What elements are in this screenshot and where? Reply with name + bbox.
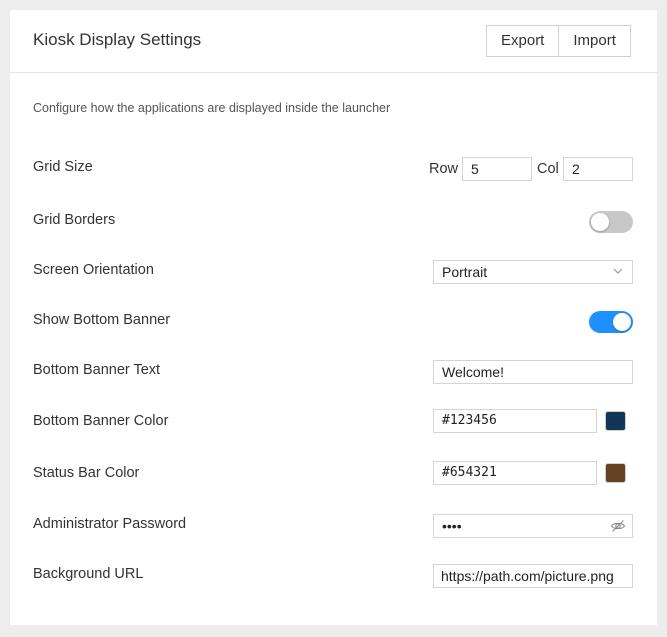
screen-orientation-label: Screen Orientation xyxy=(33,262,154,278)
grid-row-input[interactable]: 5 xyxy=(462,157,532,181)
grid-col-input[interactable]: 2 xyxy=(563,157,633,181)
grid-borders-toggle[interactable] xyxy=(589,211,633,233)
export-button[interactable]: Export xyxy=(487,26,559,56)
grid-col-label: Col xyxy=(537,161,559,177)
administrator-password-input[interactable]: •••• xyxy=(433,514,633,538)
settings-panel: Kiosk Display Settings Export Import Con… xyxy=(10,10,657,625)
screen-orientation-select[interactable]: Portrait xyxy=(433,260,633,284)
bottom-banner-text-input[interactable]: Welcome! xyxy=(433,360,633,384)
background-url-input[interactable]: https://path.com/picture.png xyxy=(433,564,633,588)
bottom-banner-color-input[interactable]: #123456 xyxy=(433,409,597,433)
grid-size-label: Grid Size xyxy=(33,159,93,175)
status-bar-color-swatch[interactable] xyxy=(605,463,626,483)
toggle-knob xyxy=(613,313,631,331)
administrator-password-label: Administrator Password xyxy=(33,516,187,532)
bottom-banner-text-label: Bottom Banner Text xyxy=(33,362,161,378)
toggle-knob xyxy=(591,213,609,231)
status-bar-color-input[interactable]: #654321 xyxy=(433,461,597,485)
background-url-label: Background URL xyxy=(33,566,144,582)
bottom-banner-color-swatch[interactable] xyxy=(605,411,626,431)
page-title: Kiosk Display Settings xyxy=(33,30,202,49)
password-value: •••• xyxy=(442,518,462,534)
import-button[interactable]: Import xyxy=(558,26,630,56)
show-bottom-banner-label: Show Bottom Banner xyxy=(33,312,171,328)
bottom-banner-color-label: Bottom Banner Color xyxy=(33,413,169,429)
panel-header: Kiosk Display Settings Export Import xyxy=(10,10,657,73)
grid-row-label: Row xyxy=(429,161,459,177)
status-bar-color-label: Status Bar Color xyxy=(33,465,140,481)
chevron-down-icon xyxy=(613,268,623,274)
show-bottom-banner-toggle[interactable] xyxy=(589,311,633,333)
settings-description: Configure how the applications are displ… xyxy=(33,101,391,115)
grid-borders-label: Grid Borders xyxy=(33,212,116,228)
export-import-button-group: Export Import xyxy=(486,25,631,57)
eye-slash-icon[interactable] xyxy=(610,518,626,534)
screen-orientation-value: Portrait xyxy=(442,264,488,280)
